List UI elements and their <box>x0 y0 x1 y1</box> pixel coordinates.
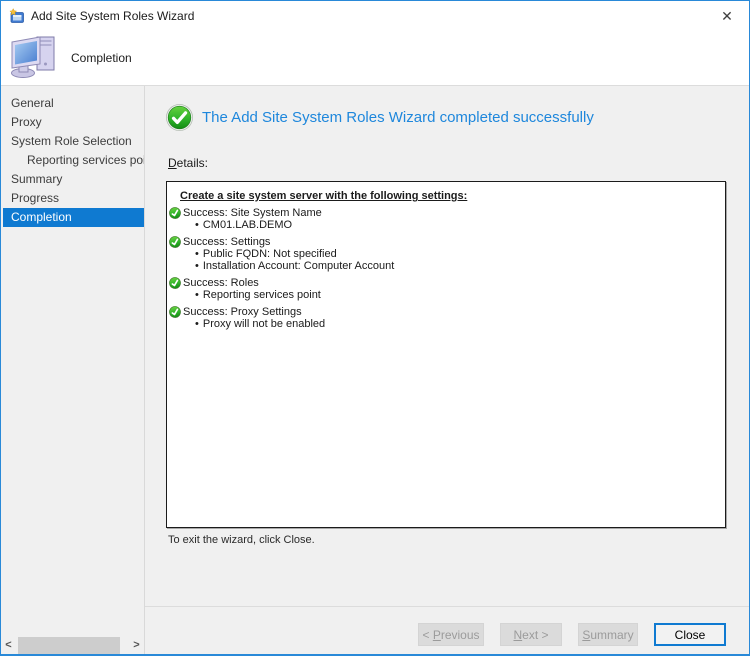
details-label: Details: <box>168 156 208 170</box>
wizard-nav-sidebar: General Proxy System Role Selection Repo… <box>1 86 144 635</box>
detail-item: •Proxy will not be enabled <box>195 319 715 330</box>
previous-button[interactable]: < Previous <box>418 623 484 646</box>
group-title-text: Success: Roles <box>183 277 259 289</box>
details-group-settings: Success: Settings •Public FQDN: Not spec… <box>169 235 715 272</box>
close-button[interactable]: Close <box>654 623 726 646</box>
group-title-text: Success: Proxy Settings <box>183 306 302 318</box>
nav-item-general[interactable]: General <box>1 94 144 113</box>
scroll-left-icon[interactable]: < <box>1 637 16 654</box>
title-bar: Add Site System Roles Wizard ✕ <box>1 1 749 31</box>
details-group-roles: Success: Roles •Reporting services point <box>169 276 715 301</box>
group-title-text: Success: Settings <box>183 236 270 248</box>
bullet-icon: • <box>195 319 199 330</box>
sidebar-divider <box>144 86 145 654</box>
group-title-text: Success: Site System Name <box>183 207 322 219</box>
detail-item: •CM01.LAB.DEMO <box>195 220 715 231</box>
close-icon[interactable]: ✕ <box>714 5 740 27</box>
success-check-icon <box>169 306 181 318</box>
footer-separator <box>145 606 749 607</box>
details-group-site-system-name: Success: Site System Name •CM01.LAB.DEMO <box>169 206 715 231</box>
bullet-icon: • <box>195 249 199 260</box>
wizard-window: Add Site System Roles Wizard ✕ <box>0 0 750 656</box>
nav-item-completion[interactable]: Completion <box>3 208 144 227</box>
details-panel: Create a site system server with the fol… <box>166 181 726 528</box>
nav-item-progress[interactable]: Progress <box>1 189 144 208</box>
details-heading: Create a site system server with the fol… <box>180 190 715 202</box>
page-title: Completion <box>71 51 132 65</box>
button-bar: < Previous Next > Summary Close <box>418 623 726 646</box>
next-button[interactable]: Next > <box>500 623 562 646</box>
success-check-icon <box>169 236 181 248</box>
bullet-icon: • <box>195 261 199 272</box>
bullet-icon: • <box>195 290 199 301</box>
nav-item-summary[interactable]: Summary <box>1 170 144 189</box>
detail-item: •Installation Account: Computer Account <box>195 261 715 272</box>
nav-item-proxy[interactable]: Proxy <box>1 113 144 132</box>
exit-hint: To exit the wizard, click Close. <box>168 534 315 546</box>
success-check-icon <box>169 277 181 289</box>
completion-status: The Add Site System Roles Wizard complet… <box>166 104 594 131</box>
detail-item: •Public FQDN: Not specified <box>195 249 715 260</box>
wizard-app-icon <box>9 8 25 24</box>
bullet-icon: • <box>195 220 199 231</box>
window-title: Add Site System Roles Wizard <box>31 9 194 23</box>
horizontal-scrollbar[interactable]: < > <box>1 637 144 654</box>
scroll-right-icon[interactable]: > <box>129 637 144 654</box>
success-check-icon <box>166 104 193 131</box>
success-check-icon <box>169 207 181 219</box>
status-title: The Add Site System Roles Wizard complet… <box>202 109 594 126</box>
nav-item-reporting-services-point[interactable]: Reporting services point <box>1 151 144 170</box>
detail-item: •Reporting services point <box>195 290 715 301</box>
scrollbar-thumb[interactable] <box>18 637 120 654</box>
wizard-header: Completion <box>1 31 749 85</box>
computer-icon <box>10 35 58 79</box>
details-group-proxy-settings: Success: Proxy Settings •Proxy will not … <box>169 305 715 330</box>
nav-item-system-role-selection[interactable]: System Role Selection <box>1 132 144 151</box>
summary-button[interactable]: Summary <box>578 623 638 646</box>
